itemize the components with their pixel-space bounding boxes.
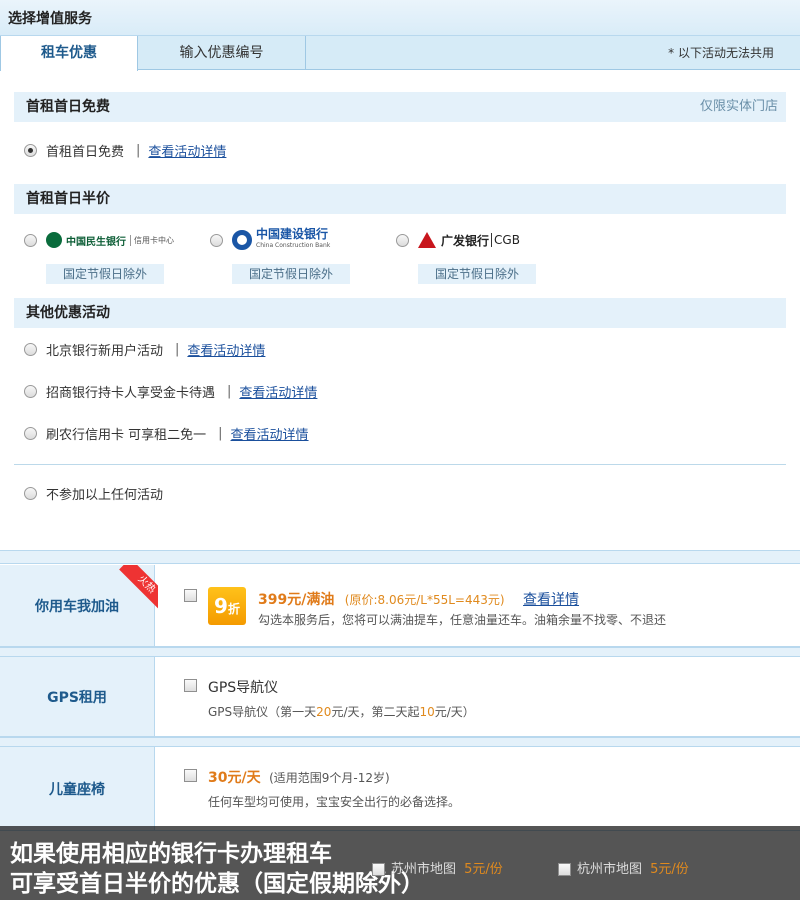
- fuel-detail-link[interactable]: 查看详情: [523, 592, 579, 608]
- cmbc-logo: 中国民生银行 信用卡中心: [46, 228, 174, 252]
- tab-rental-discount[interactable]: 租车优惠: [0, 36, 138, 71]
- section-other-promotions-header: 其他优惠活动: [14, 298, 786, 328]
- ccb-logo: 中国建设银行 China Construction Bank: [232, 228, 330, 252]
- discount-badge: 9折: [208, 587, 246, 625]
- radio-promo-bob[interactable]: [24, 342, 37, 356]
- gps-price-day2: 10: [419, 705, 435, 719]
- radio-first-day-free[interactable]: [24, 143, 37, 157]
- bank-name: 中国民生银行: [66, 236, 126, 248]
- fuel-price: 399元/满油: [258, 592, 335, 608]
- page-title: 选择增值服务: [0, 0, 800, 36]
- caption-line-2: 可享受首日半价的优惠（国定假期除外）: [10, 871, 424, 897]
- separator: |: [175, 341, 180, 357]
- section-band: [0, 550, 800, 564]
- checkbox-suzhou-map[interactable]: [372, 863, 385, 876]
- radio-promo-cmb[interactable]: [24, 384, 37, 398]
- cgb-logo: 广发银行 CGB: [418, 228, 520, 252]
- map-label: 苏州市地图: [391, 862, 457, 877]
- caption-line-1: 如果使用相应的银行卡办理租车: [10, 841, 332, 867]
- bank-options: 中国民生银行 信用卡中心 国定节假日除外 中国建设银行 China Constr…: [14, 214, 786, 294]
- option-first-day-free: 首租首日免费 | 查看活动详情: [14, 122, 786, 178]
- separator: |: [227, 383, 232, 399]
- child-seat-description: 任何车型均可使用，宝宝安全出行的必备选择。: [208, 795, 461, 809]
- service-child-seat: 儿童座椅 30元/天 (适用范围9个月-12岁) 任何车型均可使用，宝宝安全出行…: [0, 747, 800, 831]
- section-title: 其他优惠活动: [26, 305, 110, 321]
- map-option-suzhou: 苏州市地图 5元/份: [372, 858, 503, 877]
- radio-ccb[interactable]: [210, 234, 223, 247]
- checkbox-child-seat[interactable]: [184, 769, 197, 782]
- tab-enter-promo-code[interactable]: 输入优惠编号: [138, 36, 306, 70]
- gps-desc-part: 元/天，第二天起: [331, 705, 420, 719]
- checkbox-hangzhou-map[interactable]: [558, 863, 571, 876]
- bank-name: 中国建设银行: [256, 227, 329, 241]
- section-title: 首租首日半价: [26, 191, 110, 207]
- detail-link[interactable]: 查看活动详情: [239, 382, 317, 401]
- gps-price-day1: 20: [316, 705, 332, 719]
- separator: |: [136, 142, 141, 158]
- radio-promo-abc[interactable]: [24, 426, 37, 440]
- discount-unit: 折: [227, 602, 240, 616]
- holiday-exception-tag: 国定节假日除外: [418, 264, 536, 284]
- gps-title: GPS导航仪: [208, 680, 279, 696]
- service-fuel: 你用车我加油 火热 9折 399元/满油 (原价:8.06元/L*55L=443…: [0, 565, 800, 647]
- detail-link[interactable]: 查看活动详情: [231, 424, 309, 443]
- fuel-description: 勾选本服务后，您将可以满油提车，任意油量还车。油箱余量不找零、不退还: [258, 613, 667, 627]
- service-gps: GPS租用 GPS导航仪 GPS导航仪（第一天20元/天，第二天起10元/天）: [0, 657, 800, 737]
- child-seat-range: (适用范围9个月-12岁): [269, 771, 390, 785]
- detail-link[interactable]: 查看活动详情: [148, 141, 226, 160]
- promo-none: 不参加以上任何活动: [14, 465, 786, 521]
- gps-desc-part: 元/天）: [434, 705, 475, 719]
- bank-name: 广发银行: [441, 233, 490, 248]
- child-seat-price: 30元/天: [208, 770, 261, 786]
- cgb-emblem-icon: [418, 232, 436, 248]
- bank-subtitle: China Construction Bank: [256, 242, 331, 249]
- promo-item: 招商银行持卡人享受金卡待遇 | 查看活动详情: [14, 370, 786, 412]
- promo-label: 刷农行信用卡 可享租二免一: [46, 427, 207, 443]
- map-label: 杭州市地图: [577, 862, 643, 877]
- section-band: [0, 647, 800, 657]
- checkbox-fuel[interactable]: [184, 589, 197, 602]
- discount-number: 9: [214, 594, 228, 618]
- ribbon-text: 火热: [119, 565, 158, 611]
- radio-no-promotion[interactable]: [24, 486, 37, 500]
- bank-subtitle: CGB: [491, 233, 520, 247]
- promo-item: 北京银行新用户活动 | 查看活动详情: [14, 328, 786, 370]
- holiday-exception-tag: 国定节假日除外: [232, 264, 350, 284]
- radio-cgb[interactable]: [396, 234, 409, 247]
- holiday-exception-tag: 国定节假日除外: [46, 264, 164, 284]
- tab-bar: 租车优惠 输入优惠编号 * 以下活动无法共用: [0, 36, 800, 71]
- fuel-price-line: 399元/满油 (原价:8.06元/L*55L=443元) 查看详情: [258, 589, 579, 609]
- section-band: [0, 737, 800, 747]
- cmbc-emblem-icon: [46, 232, 62, 248]
- promo-label: 北京银行新用户活动: [46, 343, 164, 359]
- service-label: 儿童座椅: [0, 747, 155, 830]
- bank-subtitle: 信用卡中心: [130, 234, 174, 246]
- map-price: 5元/份: [650, 862, 689, 877]
- map-option-hangzhou: 杭州市地图 5元/份: [558, 858, 689, 877]
- child-seat-price-line: 30元/天 (适用范围9个月-12岁): [208, 767, 390, 787]
- promo-label: 招商银行持卡人享受金卡待遇: [46, 385, 216, 401]
- promo-item: 刷农行信用卡 可享租二免一 | 查看活动详情: [14, 412, 786, 454]
- section-first-day-half-header: 首租首日半价: [14, 184, 786, 214]
- detail-link[interactable]: 查看活动详情: [187, 340, 265, 359]
- gps-description: GPS导航仪（第一天20元/天，第二天起10元/天）: [208, 703, 475, 720]
- checkbox-gps[interactable]: [184, 679, 197, 692]
- gps-desc-part: GPS导航仪（第一天: [208, 705, 317, 719]
- section-title: 首租首日免费: [26, 99, 110, 115]
- radio-cmbc[interactable]: [24, 234, 37, 247]
- map-price: 5元/份: [464, 862, 503, 877]
- promo-none-label: 不参加以上任何活动: [46, 487, 164, 503]
- separator: |: [218, 425, 223, 441]
- service-label: GPS租用: [0, 657, 155, 736]
- tab-note: * 以下活动无法共用: [668, 46, 774, 60]
- fuel-original-price: (原价:8.06元/L*55L=443元): [344, 593, 505, 607]
- option-label: 首租首日免费: [46, 144, 125, 160]
- hot-ribbon: 火热: [112, 565, 158, 611]
- section-first-day-free-header: 首租首日免费 仅限实体门店: [14, 92, 786, 122]
- ccb-emblem-icon: [232, 230, 252, 250]
- store-only-note: 仅限实体门店: [699, 99, 778, 114]
